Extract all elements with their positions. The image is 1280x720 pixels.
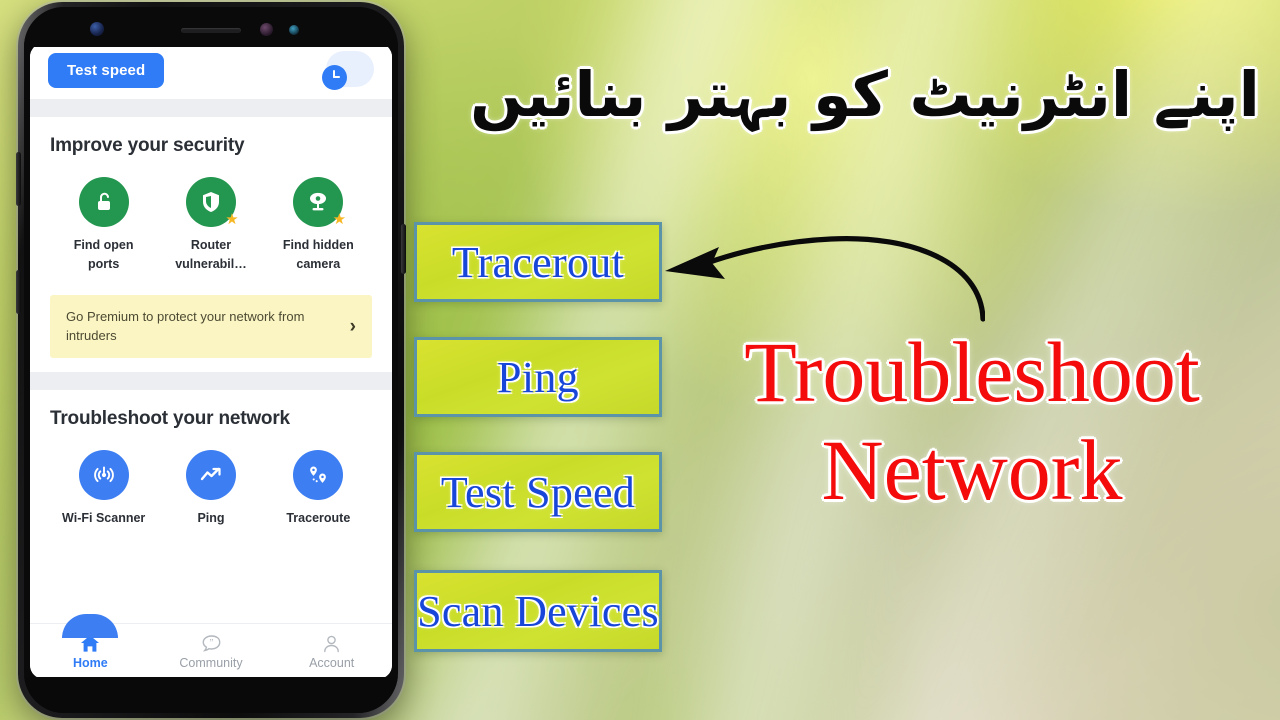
overlay-button-test-speed[interactable]: Test Speed [414,452,662,532]
tile-wifi-scanner[interactable]: Wi-Fi Scanner [50,450,157,528]
nav-label: Account [309,655,355,670]
phone-bottom-bezel [24,677,398,713]
troubleshoot-network-card: Troubleshoot your network Wi-Fi Scanner … [30,390,392,543]
tile-label: Wi-Fi Scanner [62,511,146,526]
phone-screen-bezel: Test speed Improve your security Find op… [24,7,398,713]
tile-router-vulnerabilities[interactable]: ★ Router vulnerabil… [157,177,264,275]
phone-top-bezel [24,7,398,47]
security-section-title: Improve your security [50,135,245,156]
tile-find-open-ports[interactable]: Find open ports [50,177,157,275]
nav-label: Home [72,655,108,670]
tile-label: Find hidden camera [282,238,354,272]
tile-label: Router vulnerabil… [175,238,247,272]
front-camera-icon [90,22,104,36]
troubleshoot-section-title: Troubleshoot your network [50,408,290,430]
wifi-signal-icon [78,450,129,501]
chevron-right-icon: › [349,315,356,337]
overlay-button-tracerout[interactable]: Tracerout [414,222,662,302]
power-button[interactable] [401,224,406,274]
nav-item-community[interactable]: ” Community [151,624,272,679]
tile-label: Ping [197,511,225,526]
phone-screen: Test speed Improve your security Find op… [30,43,392,679]
history-button[interactable] [322,51,374,90]
overlay-button-scan-devices[interactable]: Scan Devices [414,570,662,652]
earpiece-speaker-icon [181,28,241,33]
tile-label: Find open ports [73,238,134,272]
headline-line-2: Network [821,422,1123,519]
iris-sensor-icon [260,23,273,36]
trend-line-icon [185,450,236,501]
nav-item-account[interactable]: Account [271,624,392,679]
go-premium-banner[interactable]: Go Premium to protect your network from … [50,294,372,359]
headline-line-1: Troubleshoot [744,324,1200,420]
shield-icon: ★ [185,177,242,230]
security-tiles: Find open ports ★ Router vulnerabil… ★ F… [50,177,372,275]
troubleshoot-tiles: Wi-Fi Scanner Ping Traceroute [50,450,372,528]
nav-label: Community [179,655,243,670]
proximity-sensor-icon [289,25,299,35]
volume-down-button[interactable] [16,270,21,314]
curved-arrow-left-icon [655,215,986,325]
route-pins-icon [293,450,344,501]
tile-label: Traceroute [286,511,351,526]
tile-find-hidden-camera[interactable]: ★ Find hidden camera [265,177,372,275]
section-divider-2 [30,372,392,391]
premium-star-icon: ★ [221,210,242,230]
overlay-button-ping[interactable]: Ping [414,337,662,417]
improve-security-card: Improve your security Find open ports ★ … [30,117,392,373]
chat-bubble-icon: ” [202,634,220,651]
volume-up-button[interactable] [16,152,21,206]
active-tab-indicator [62,614,119,638]
tile-ping[interactable]: Ping [157,450,264,528]
section-divider [30,99,392,117]
clock-icon [322,65,347,90]
test-speed-button[interactable]: Test speed [48,53,165,88]
premium-star-icon: ★ [329,210,350,230]
unlocked-padlock-icon [78,177,129,227]
go-premium-text: Go Premium to protect your network from … [66,308,305,343]
hidden-camera-icon: ★ [293,177,350,230]
svg-text:”: ” [209,637,213,647]
person-icon [324,635,340,652]
urdu-headline: اپنے انٹرنیٹ کو بہتر بنائیں [470,58,1260,131]
tile-traceroute[interactable]: Traceroute [265,450,372,528]
phone-mockup: Test speed Improve your security Find op… [16,2,406,718]
nav-item-home[interactable]: Home [30,614,151,679]
app-top-bar: Test speed [30,43,392,99]
main-headline: Troubleshoot Network [672,329,1272,519]
bottom-navigation: Home ” Community Account [30,614,392,679]
